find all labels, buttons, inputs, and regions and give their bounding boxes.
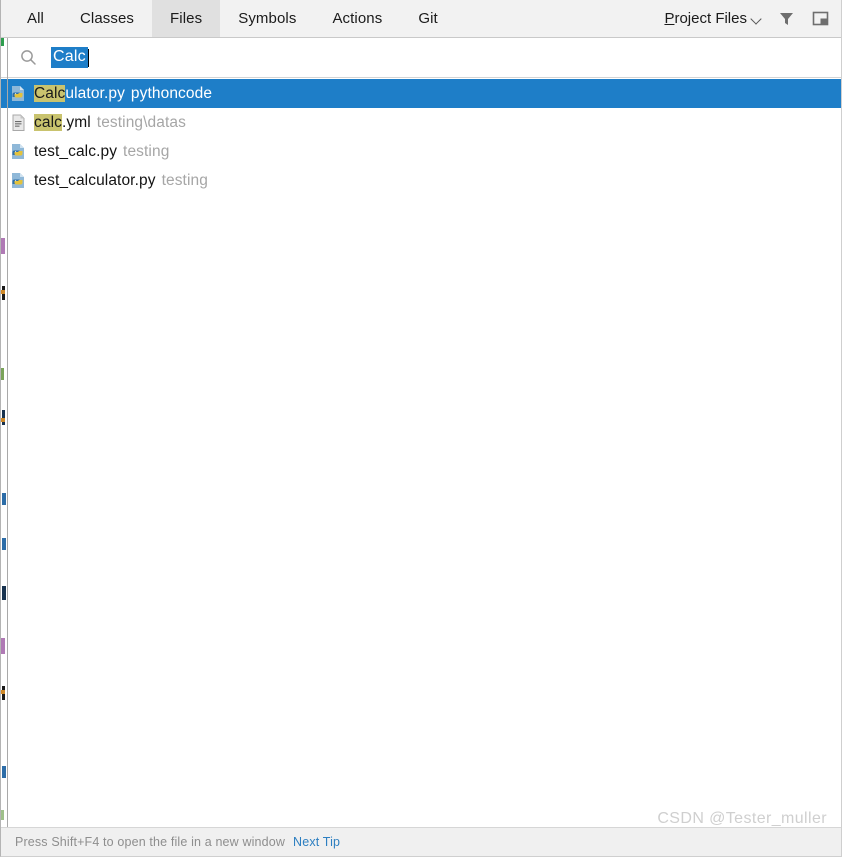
python-file-icon xyxy=(10,172,27,190)
tab-actions[interactable]: Actions xyxy=(314,0,400,37)
list-item-name: Calculator.py xyxy=(34,84,125,103)
header-tabbar: All Classes Files Symbols Actions Git Pr… xyxy=(1,0,841,38)
tab-label: Actions xyxy=(332,10,383,27)
status-bar: Press Shift+F4 to open the file in a new… xyxy=(1,827,841,856)
next-tip-link[interactable]: Next Tip xyxy=(293,835,340,849)
list-item-name-rest: ulator.py xyxy=(65,84,125,102)
editor-marker-green xyxy=(1,38,4,46)
watermark: CSDN @Tester_muller xyxy=(657,810,827,827)
preview-window-icon[interactable] xyxy=(809,8,831,30)
python-file-icon xyxy=(10,85,27,103)
list-item-location: testing\datas xyxy=(96,113,186,131)
tab-label: Symbols xyxy=(238,10,297,27)
tab-files[interactable]: Files xyxy=(152,0,221,37)
tab-label: All xyxy=(27,10,44,27)
list-item-name: test_calc.py xyxy=(34,143,117,161)
editor-edge-divider xyxy=(7,38,8,827)
scope-label-rest: roject Files xyxy=(674,10,747,27)
list-item-name: calc.yml xyxy=(34,113,91,132)
list-item[interactable]: Calculator.py pythoncode xyxy=(1,79,841,108)
header-actions: Project Files xyxy=(664,0,841,37)
tab-list: All Classes Files Symbols Actions Git xyxy=(9,0,456,37)
tab-label: Classes xyxy=(79,10,135,27)
search-icon xyxy=(19,49,37,67)
list-item-location: testing xyxy=(123,142,170,160)
tab-label: Files xyxy=(170,10,203,27)
python-file-icon xyxy=(10,143,27,161)
tab-all[interactable]: All xyxy=(9,0,62,37)
scope-mnemonic: P xyxy=(664,10,675,27)
list-item-location: pythoncode xyxy=(130,84,213,102)
text-caret xyxy=(87,48,89,67)
search-everywhere-popup: All Classes Files Symbols Actions Git Pr… xyxy=(0,0,842,857)
list-item[interactable]: test_calculator.py testing xyxy=(1,166,841,195)
filter-funnel-icon[interactable] xyxy=(775,8,797,30)
tab-classes[interactable]: Classes xyxy=(62,0,152,37)
search-row[interactable]: Calc xyxy=(1,38,841,78)
results-list: Calculator.py pythoncode calc.yml testin… xyxy=(1,79,841,195)
yaml-file-icon xyxy=(10,114,27,132)
scope-selector-project-files[interactable]: Project Files xyxy=(664,10,763,27)
scope-label: Project Files xyxy=(664,10,747,27)
list-item[interactable]: calc.yml testing\datas xyxy=(1,108,841,137)
list-item-name: test_calculator.py xyxy=(34,172,156,190)
list-item[interactable]: test_calc.py testing xyxy=(1,137,841,166)
chevron-down-icon xyxy=(752,14,763,25)
tab-label: Git xyxy=(418,10,438,27)
list-item-name-rest: test_calc.py xyxy=(34,142,118,160)
tab-git[interactable]: Git xyxy=(400,0,455,37)
status-tip-text: Press Shift+F4 to open the file in a new… xyxy=(15,835,286,849)
match-highlight: Calc xyxy=(34,84,66,102)
match-highlight: calc xyxy=(34,113,62,131)
tab-symbols[interactable]: Symbols xyxy=(220,0,314,37)
search-input[interactable]: Calc xyxy=(51,47,88,68)
list-item-name-rest: .yml xyxy=(61,113,91,131)
list-item-name-rest: test_calculator.py xyxy=(34,171,156,189)
list-item-location: testing xyxy=(161,171,208,189)
